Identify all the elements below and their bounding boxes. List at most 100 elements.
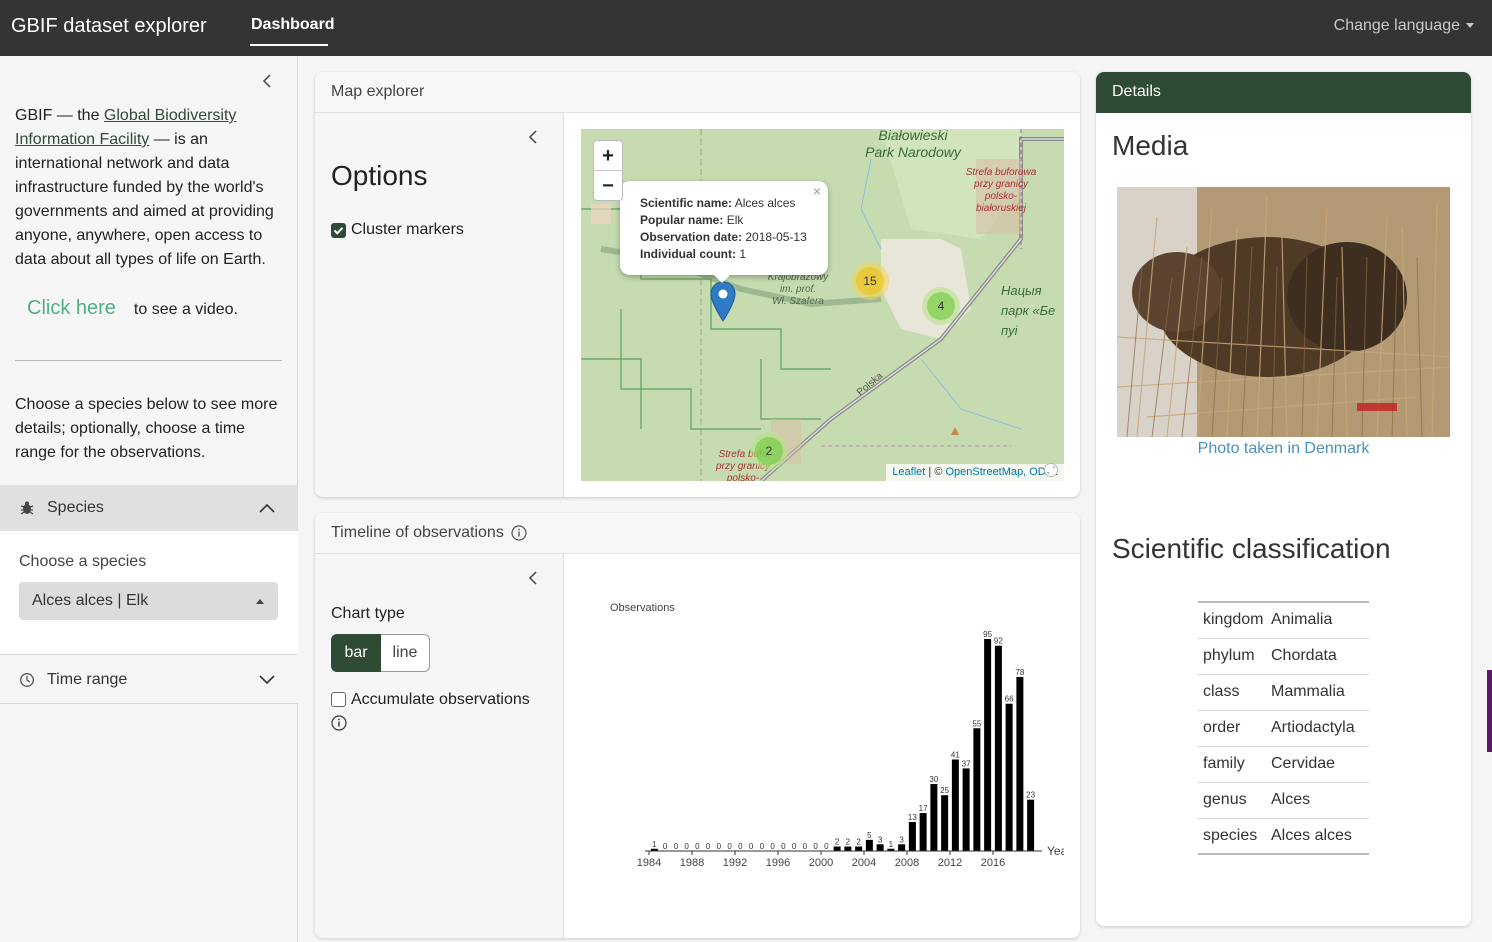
x-axis-label: Year bbox=[1047, 844, 1064, 858]
window-edge-accent bbox=[1487, 670, 1492, 752]
tab-dashboard[interactable]: Dashboard bbox=[251, 16, 335, 34]
map-options-panel: Options Cluster markers bbox=[315, 113, 564, 497]
taxon-value: Animalia bbox=[1271, 611, 1333, 629]
bar-value-label: 0 bbox=[760, 842, 765, 851]
accumulate-checkbox[interactable] bbox=[331, 692, 346, 707]
elk-photo-image bbox=[1117, 187, 1450, 437]
taxon-value: Artiodactyla bbox=[1271, 719, 1355, 736]
chart-type-bar-button[interactable]: bar bbox=[331, 634, 381, 672]
zoom-out-button[interactable]: − bbox=[594, 171, 622, 201]
chevron-left-icon[interactable] bbox=[525, 129, 541, 145]
leaflet-link[interactable]: Leaflet bbox=[892, 466, 925, 478]
map-card-title: Map explorer bbox=[331, 83, 425, 100]
chart-bar bbox=[833, 846, 841, 851]
intro-suffix: — is an international network and data i… bbox=[15, 131, 274, 268]
details-title: Details bbox=[1112, 83, 1161, 100]
popup-value: Alces alces bbox=[734, 196, 796, 210]
chart-bar bbox=[951, 759, 959, 851]
taxon-rank: kingdom bbox=[1203, 611, 1264, 629]
taxon-rank: order bbox=[1203, 719, 1241, 736]
chevron-left-icon[interactable] bbox=[259, 73, 275, 89]
popup-label: Scientific name: bbox=[640, 196, 733, 210]
map-cluster[interactable]: 4 bbox=[922, 287, 960, 325]
map-marker-icon[interactable] bbox=[710, 281, 736, 322]
bar-value-label: 0 bbox=[792, 842, 797, 851]
chart-bar bbox=[984, 639, 992, 851]
observations-chart[interactable]: ObservationsYear100000000000000002225313… bbox=[581, 573, 1064, 923]
table-row: kingdom Animalia bbox=[1198, 602, 1369, 638]
taxon-value: Alces bbox=[1271, 791, 1311, 808]
scientific-classification-title: Scientific classification bbox=[1112, 533, 1391, 564]
species-select[interactable]: Alces alces | Elk bbox=[19, 582, 278, 620]
taxon-value: Chordata bbox=[1271, 647, 1337, 664]
popup-tip bbox=[712, 273, 732, 283]
taxon-value: Cervidae bbox=[1271, 755, 1336, 772]
cluster-count: 4 bbox=[937, 299, 945, 313]
x-tick-label: 2012 bbox=[938, 857, 962, 869]
map[interactable]: Białowieski Park Narodowy Strefa buforow… bbox=[581, 129, 1064, 481]
popup-label: Popular name: bbox=[640, 213, 724, 227]
popup-individual-count: Individual count: 1 bbox=[640, 247, 746, 261]
bar-value-label: 30 bbox=[929, 775, 938, 784]
gbif-intro: GBIF — the Global Biodiversity Informati… bbox=[15, 104, 285, 272]
bar-value-label: 0 bbox=[717, 842, 722, 851]
attribution-sep: | © bbox=[925, 466, 946, 478]
chart-type-toggle: bar line bbox=[331, 634, 430, 672]
photo-caption-link[interactable]: Photo taken in Denmark bbox=[1096, 440, 1471, 458]
bar-value-label: 3 bbox=[878, 835, 883, 844]
chart-type-line-button[interactable]: line bbox=[381, 634, 430, 672]
fullscreen-icon[interactable] bbox=[1044, 463, 1058, 477]
bar-value-label: 0 bbox=[803, 842, 808, 851]
map-explorer-card: Map explorer Options Cluster markers Bia… bbox=[315, 72, 1080, 497]
x-tick-label: 1988 bbox=[680, 857, 704, 869]
popup-value: 2018-05-13 bbox=[745, 230, 807, 244]
chevron-down-icon bbox=[259, 675, 275, 685]
app-title[interactable]: GBIF dataset explorer bbox=[11, 15, 207, 38]
zoom-in-button[interactable]: + bbox=[594, 141, 622, 171]
info-icon[interactable] bbox=[331, 715, 347, 731]
species-accordion-body: Choose a species Alces alces | Elk bbox=[0, 531, 298, 654]
change-language-label: Change language bbox=[1333, 17, 1460, 34]
map-label-natsya: Нацыя парк «Бе пуі bbox=[1001, 283, 1056, 338]
clock-icon bbox=[20, 673, 34, 687]
bar-value-label: 66 bbox=[1005, 695, 1014, 704]
map-cluster[interactable]: 2 bbox=[750, 432, 788, 470]
taxon-rank: species bbox=[1203, 826, 1258, 844]
taxon-rank: family bbox=[1203, 755, 1245, 772]
bar-value-label: 1 bbox=[889, 840, 894, 849]
bar-value-label: 23 bbox=[1026, 791, 1035, 800]
info-icon[interactable] bbox=[511, 525, 527, 541]
intro-prefix: GBIF — the bbox=[15, 107, 104, 124]
species-photo[interactable] bbox=[1117, 187, 1450, 437]
popup-close-button[interactable]: × bbox=[813, 183, 821, 199]
bar-value-label: 5 bbox=[867, 831, 872, 840]
table-row: order Artiodactyla bbox=[1198, 710, 1369, 746]
bar-value-label: 17 bbox=[919, 804, 928, 813]
chart-bar bbox=[908, 821, 916, 851]
video-link[interactable]: Click here bbox=[27, 297, 116, 319]
osm-link[interactable]: OpenStreetMap bbox=[945, 466, 1023, 478]
species-accordion-header[interactable]: Species bbox=[0, 485, 298, 531]
map-label-buffer-top: Strefa buforowa przy granicy polsko- bia… bbox=[965, 167, 1037, 214]
map-attribution: Leaflet | © OpenStreetMap, ODbL bbox=[886, 464, 1064, 481]
x-tick-label: 2016 bbox=[981, 857, 1005, 869]
map-card-header: Map explorer bbox=[315, 72, 1080, 113]
popup-observation-date: Observation date: 2018-05-13 bbox=[640, 230, 807, 244]
options-title: Options bbox=[331, 160, 428, 191]
taxonomy-table: kingdom Animalia phylum Chordata class Mamm… bbox=[1198, 601, 1369, 855]
time-range-accordion-header[interactable]: Time range bbox=[0, 654, 298, 704]
timeline-options-panel: Chart type bar line Accumulate observati… bbox=[315, 554, 564, 938]
popup-value: 1 bbox=[739, 247, 747, 261]
x-tick-label: 1984 bbox=[637, 857, 661, 869]
chevron-left-icon[interactable] bbox=[525, 570, 541, 586]
bar-value-label: 37 bbox=[962, 759, 971, 768]
divider bbox=[15, 360, 282, 361]
time-range-label: Time range bbox=[47, 671, 128, 688]
taxon-rank: class bbox=[1203, 683, 1240, 700]
map-label-krajobrazowy: Krajobrazowy im. prof. Wł. Szafera bbox=[767, 272, 829, 307]
table-row: genus Alces bbox=[1198, 782, 1369, 818]
popup-label: Individual count: bbox=[640, 247, 736, 261]
cluster-markers-checkbox[interactable] bbox=[331, 223, 346, 238]
map-cluster[interactable]: 15 bbox=[851, 262, 889, 300]
change-language-dropdown[interactable]: Change language bbox=[1334, 17, 1474, 35]
